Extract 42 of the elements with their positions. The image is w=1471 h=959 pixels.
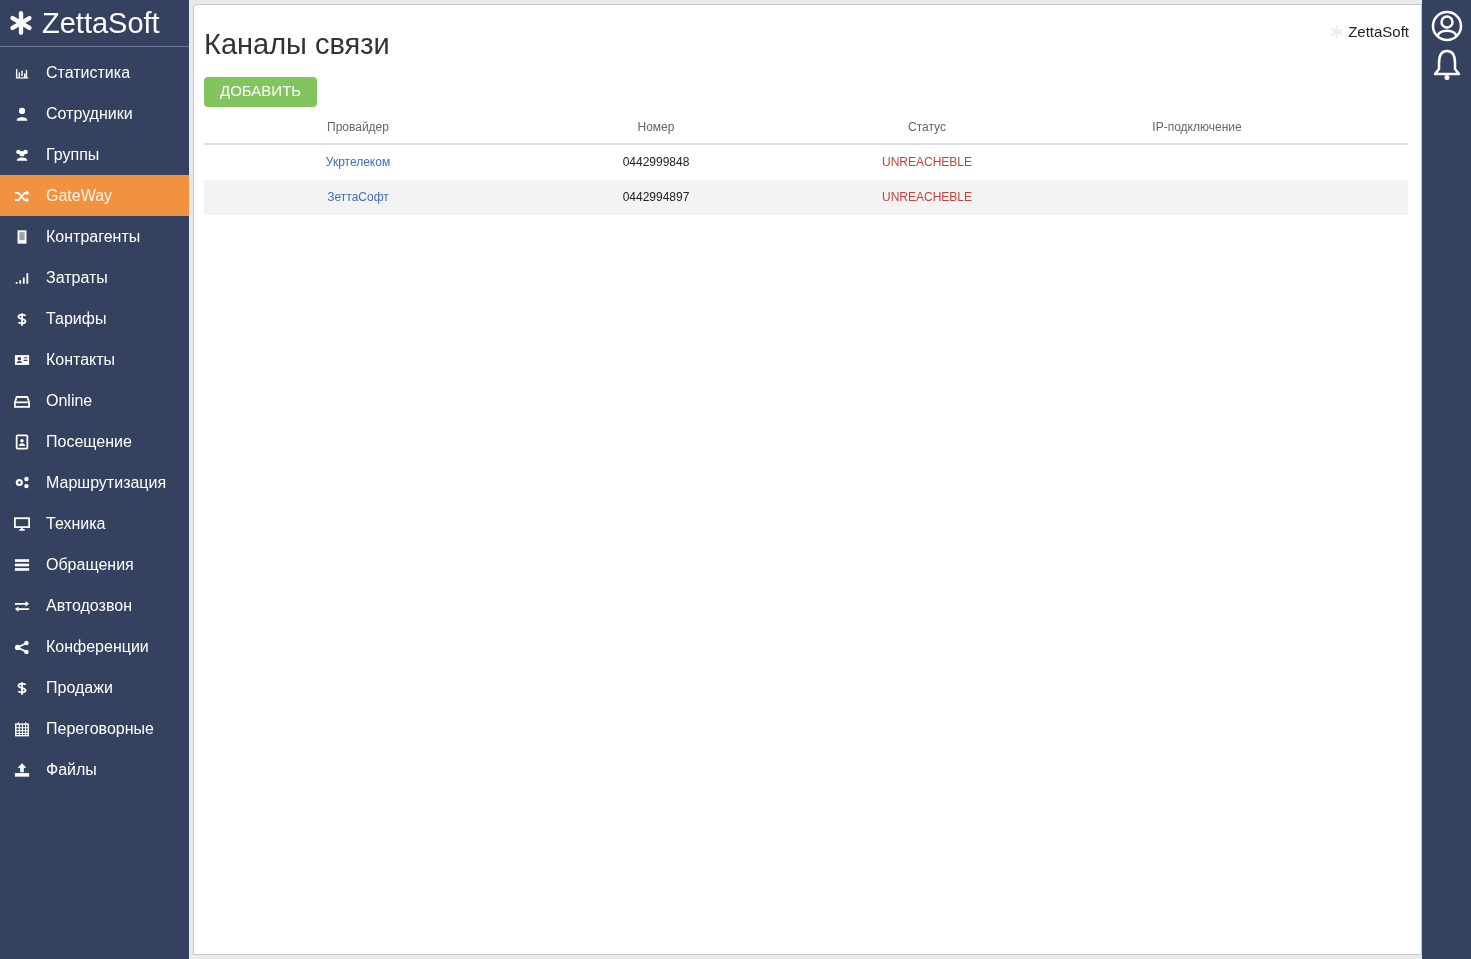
sidebar-item[interactable]: Переговорные [0,708,189,749]
sidebar-item[interactable]: Сотрудники [0,93,189,134]
user-icon[interactable] [1430,10,1463,42]
column-header: Провайдер [327,119,389,136]
user-icon [14,105,30,122]
sidebar-item[interactable]: Маршрутизация [0,462,189,503]
sidebar-item[interactable]: Файлы [0,749,189,790]
column-header: Номер [637,119,675,136]
asterisk-logo-icon [8,10,34,36]
status-text: UNREACHEBLE [882,154,972,171]
column-header: Статус [908,119,946,136]
table-cell-text: 0442994897 [622,189,690,206]
column-header: IP-подключение [1152,119,1242,136]
sidebar-item[interactable]: Автодозвон [0,585,189,626]
sidebar-item[interactable]: Статистика [0,52,189,93]
sidebar-item[interactable]: Посещение [0,421,189,462]
sidebar-item[interactable]: Обращения [0,544,189,585]
sidebar-item[interactable]: Техника [0,503,189,544]
monitor-icon [14,515,30,532]
shuffle-icon [14,187,30,204]
table-cell-text: 0442999848 [622,154,690,171]
share-icon [14,638,30,655]
bell-icon[interactable] [1431,48,1462,82]
sidebar-item[interactable]: Группы [0,134,189,175]
page-title: Каналы связи [204,27,390,62]
portrait-icon [14,433,30,450]
list-icon [14,556,30,573]
brand-text: ZettaSoft [1348,22,1409,42]
sidebar-item[interactable]: Затраты [0,257,189,298]
sidebar-item[interactable]: Тарифы [0,298,189,339]
sidebar-item[interactable]: Продажи [0,667,189,708]
upload-icon [14,761,30,778]
sidebar-item[interactable]: Контакты [0,339,189,380]
status-text: UNREACHEBLE [882,189,972,206]
logo-text: ZettaSoft [42,8,160,38]
sidebar-item[interactable]: Конференции [0,626,189,667]
provider-link[interactable]: ЗеттаСофт [327,188,389,206]
sidebar-item[interactable]: Контрагенты [0,216,189,257]
calendar-icon [14,720,30,737]
gears-icon [14,474,30,491]
sidebar-item[interactable]: Online [0,380,189,421]
provider-link[interactable]: Укртелеком [325,153,391,171]
